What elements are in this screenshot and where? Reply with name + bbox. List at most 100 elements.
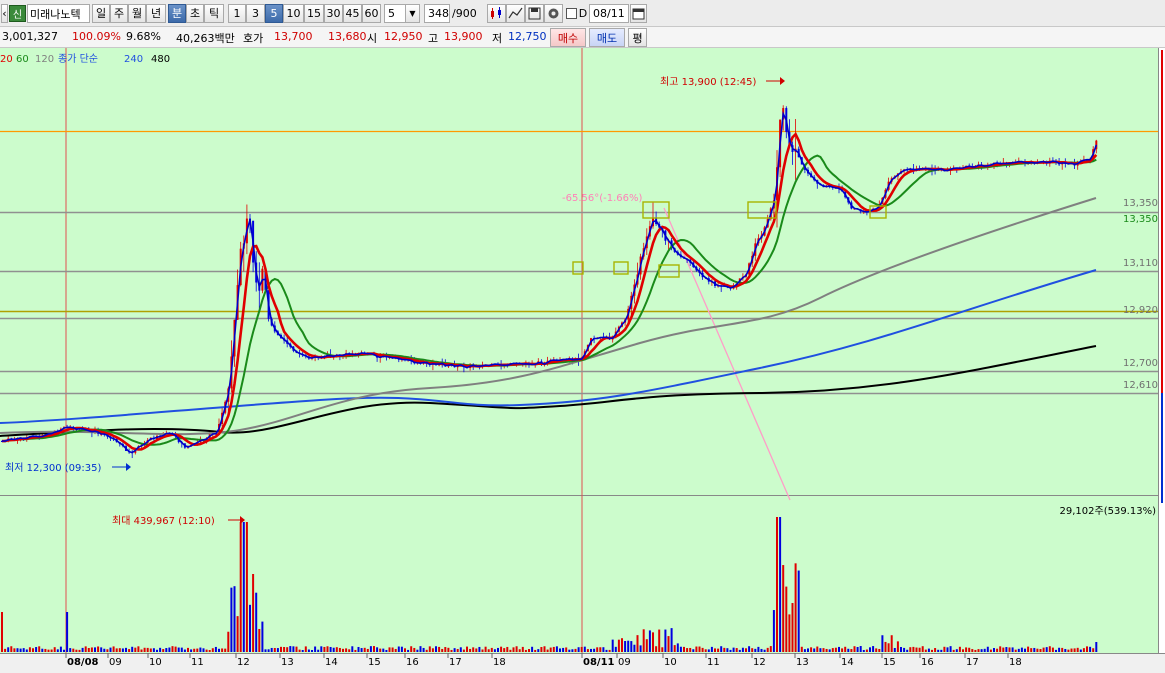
interval-3-button[interactable]: 3 <box>246 4 265 23</box>
price-chart[interactable]: 최고 13,900 (12:45) 최저 12,300 (09:35) -65.… <box>0 48 1165 673</box>
volume-bar <box>273 647 276 652</box>
x-axis-label: 16 <box>406 657 419 668</box>
volume-bar <box>1045 647 1048 652</box>
line-draw-icon[interactable] <box>506 4 525 23</box>
sell-button[interactable]: 매도 <box>589 28 625 47</box>
volume-bar <box>410 646 413 652</box>
toolbar-collapse-icon[interactable]: ‹ <box>1 4 8 23</box>
quote-label: 호가 <box>243 32 264 45</box>
volume-bar <box>1048 646 1051 652</box>
volume-bar <box>444 647 447 652</box>
volume-bar <box>884 641 887 652</box>
volume-bar <box>171 646 174 652</box>
buy-button[interactable]: 매수 <box>550 28 586 47</box>
volume-bar <box>304 646 307 652</box>
calendar-icon[interactable] <box>630 4 647 23</box>
volume-bar <box>497 647 499 652</box>
volume-bar <box>673 645 676 652</box>
volume-bar <box>621 638 623 652</box>
volume-bar <box>1017 648 1020 652</box>
period-day-button[interactable]: 일 <box>92 4 110 23</box>
interval-10-button[interactable]: 10 <box>283 4 304 23</box>
volume-bar <box>791 603 794 652</box>
volume-bar <box>221 648 224 652</box>
interval-15-button[interactable]: 15 <box>304 4 324 23</box>
period-minute-button[interactable]: 분 <box>168 4 186 23</box>
period-month-button[interactable]: 월 <box>128 4 146 23</box>
interval-input[interactable]: 5 <box>384 4 406 23</box>
x-axis-label: 15 <box>883 657 896 668</box>
volume-bar <box>373 646 375 652</box>
volume-value: 3,001,327 <box>2 30 58 43</box>
chart-canvas[interactable]: 최고 13,900 (12:45) 최저 12,300 (09:35) -65.… <box>0 48 1165 673</box>
volume-bar <box>267 649 270 652</box>
volume-bar <box>766 647 769 652</box>
volume-bar <box>75 649 78 652</box>
volume-bar <box>983 648 986 652</box>
volume-bar <box>943 646 946 652</box>
low-price: 12,750 <box>508 30 547 43</box>
interval-60-button[interactable]: 60 <box>362 4 381 23</box>
volume-bar <box>242 522 245 652</box>
interval-5-button[interactable]: 5 <box>265 4 283 23</box>
volume-bar <box>435 646 437 652</box>
volume-bar <box>19 648 22 652</box>
period-year-button[interactable]: 년 <box>146 4 166 23</box>
count-input[interactable]: 348 <box>424 4 450 23</box>
evaluate-button[interactable]: 평 <box>628 28 647 47</box>
volume-bar <box>518 649 521 652</box>
volume-bar <box>84 646 87 652</box>
volume-bar <box>323 646 326 652</box>
volume-bar <box>478 646 481 652</box>
volume-bar <box>500 646 503 652</box>
volume-bar <box>630 641 633 652</box>
date-input[interactable]: 08/11 <box>589 4 629 23</box>
volume-bar <box>1095 642 1098 652</box>
volume-bar <box>109 647 112 652</box>
volume-bar <box>255 592 258 652</box>
price-label-12700: 12,700 <box>1123 358 1158 369</box>
volume-bar <box>218 648 220 652</box>
volume-bar <box>655 646 658 652</box>
volume-bar <box>47 649 50 652</box>
x-axis-label: 17 <box>966 657 979 668</box>
volume-bar <box>376 647 379 652</box>
volume-bar <box>1036 648 1039 652</box>
stock-name-field[interactable]: 미래나노텍 <box>27 4 90 23</box>
volume-bar <box>1051 647 1054 652</box>
period-second-button[interactable]: 초 <box>186 4 204 23</box>
volume-bar <box>816 646 819 652</box>
volume-bar <box>351 646 354 652</box>
interval-1-button[interactable]: 1 <box>228 4 246 23</box>
price-label-12610: 12,610 <box>1123 380 1158 391</box>
volume-bar <box>143 647 146 652</box>
period-week-button[interactable]: 주 <box>110 4 128 23</box>
date-checkbox-label: D <box>578 7 588 20</box>
settings-gear-icon[interactable] <box>544 4 563 23</box>
volume-bar <box>59 646 62 652</box>
volume-bar <box>177 647 180 652</box>
volume-bar <box>785 586 788 652</box>
volume-bar <box>878 648 881 652</box>
date-checkbox[interactable] <box>566 8 577 19</box>
volume-bar <box>385 649 388 652</box>
volume-bar <box>1002 647 1005 652</box>
interval-dropdown-icon[interactable]: ▼ <box>405 4 420 23</box>
volume-bar <box>652 632 654 652</box>
count-total-label: /900 <box>452 7 477 20</box>
volume-bar <box>704 649 707 652</box>
volume-bar <box>397 646 400 652</box>
period-tick-button[interactable]: 틱 <box>204 4 224 23</box>
candle-type-icon[interactable] <box>487 4 506 23</box>
angle-label: -65.56°(-1.66%) <box>562 193 643 204</box>
volume-bar <box>574 648 577 652</box>
interval-30-button[interactable]: 30 <box>324 4 343 23</box>
legend-ma60: 60 <box>16 54 29 65</box>
interval-45-button[interactable]: 45 <box>343 4 362 23</box>
volume-bar <box>419 646 422 652</box>
volume-bar <box>534 649 537 652</box>
volume-bar <box>301 649 304 652</box>
save-icon[interactable] <box>525 4 544 23</box>
volume-bar <box>146 647 149 652</box>
volume-bar <box>292 646 295 652</box>
